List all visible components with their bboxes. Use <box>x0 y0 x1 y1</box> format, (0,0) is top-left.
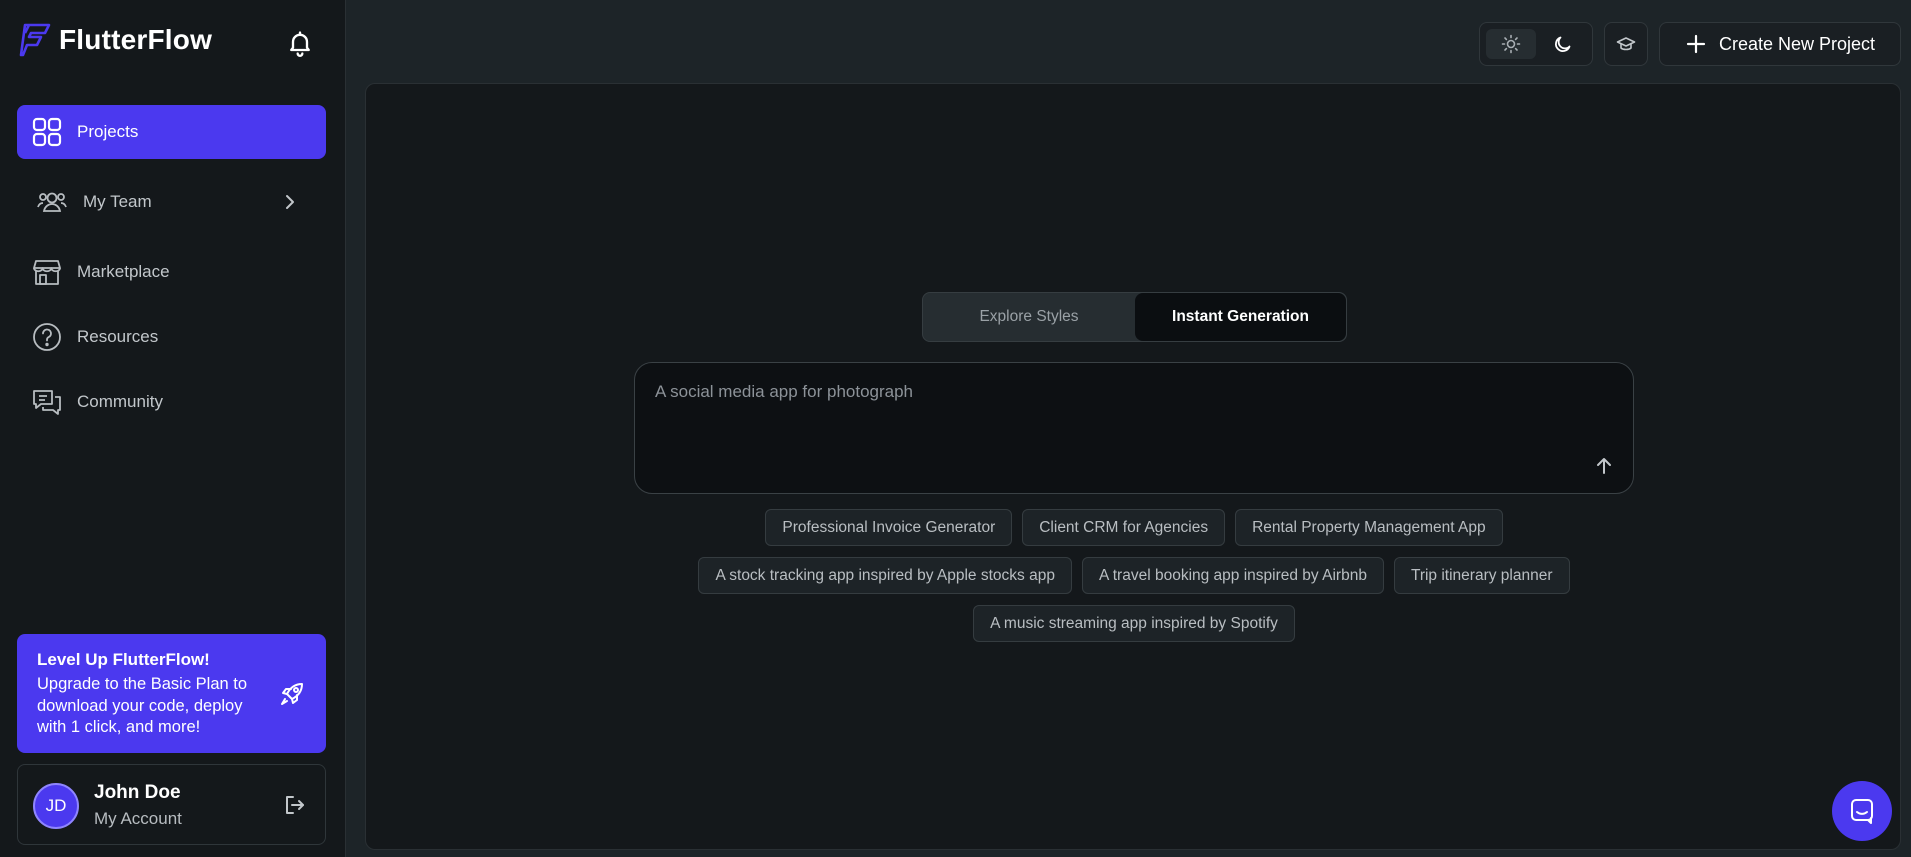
suggestion-chips: Professional Invoice Generator Client CR… <box>366 509 1902 653</box>
app-window: FlutterFlow Projects My Team Marketplace… <box>0 0 1911 857</box>
sun-icon <box>1501 34 1521 54</box>
chat-bubbles-icon <box>33 390 61 415</box>
suggestion-chip[interactable]: Client CRM for Agencies <box>1022 509 1226 546</box>
suggestion-chip[interactable]: Professional Invoice Generator <box>765 509 1013 546</box>
grid-icon <box>32 117 62 147</box>
graduation-cap-icon <box>1616 37 1636 51</box>
suggestion-row: A stock tracking app inspired by Apple s… <box>366 557 1902 594</box>
prompt-box <box>634 362 1634 494</box>
sidebar-item-label: Projects <box>77 122 139 141</box>
create-new-project-button[interactable]: Create New Project <box>1659 22 1901 66</box>
moon-icon <box>1555 36 1571 52</box>
arrow-up-icon[interactable] <box>1593 455 1615 477</box>
main-panel: Explore Styles Instant Generation Profes… <box>365 83 1901 850</box>
light-mode-button[interactable] <box>1486 29 1536 59</box>
account-subtitle: My Account <box>94 809 182 828</box>
team-icon <box>37 192 67 212</box>
learn-button[interactable] <box>1604 22 1648 66</box>
sidebar-item-marketplace[interactable]: Marketplace <box>17 245 326 299</box>
suggestion-row: Professional Invoice Generator Client CR… <box>366 509 1902 546</box>
suggestion-chip[interactable]: A travel booking app inspired by Airbnb <box>1081 557 1384 594</box>
suggestion-chip[interactable]: A stock tracking app inspired by Apple s… <box>698 557 1072 594</box>
sidebar-item-label: My Team <box>83 192 152 211</box>
suggestion-row: A music streaming app inspired by Spotif… <box>366 605 1902 642</box>
create-new-project-label: Create New Project <box>1719 33 1876 54</box>
sidebar: FlutterFlow Projects My Team Marketplace… <box>0 0 346 857</box>
help-circle-icon <box>33 323 61 351</box>
flutterflow-logo-icon <box>19 23 51 57</box>
chevron-right-icon[interactable] <box>280 192 300 212</box>
brand-name: FlutterFlow <box>59 24 213 55</box>
account-card[interactable]: JD John Doe My Account <box>17 764 326 845</box>
sidebar-item-label: Resources <box>77 327 159 346</box>
plus-icon <box>1686 34 1706 54</box>
dark-mode-button[interactable] <box>1538 29 1588 59</box>
tab-explore-styles[interactable]: Explore Styles <box>923 293 1135 341</box>
tab-instant-generation[interactable]: Instant Generation <box>1135 293 1346 341</box>
sidebar-item-projects[interactable]: Projects <box>17 105 326 159</box>
chat-icon <box>1851 799 1873 824</box>
suggestion-chip[interactable]: Trip itinerary planner <box>1393 557 1570 594</box>
store-icon <box>33 260 61 285</box>
logout-icon[interactable] <box>283 793 307 817</box>
sidebar-item-label: Marketplace <box>77 262 170 281</box>
rocket-icon <box>281 683 303 705</box>
generation-mode-tabs: Explore Styles Instant Generation <box>922 292 1347 342</box>
promo-title: Level Up FlutterFlow! <box>37 650 210 669</box>
bell-icon[interactable] <box>286 28 314 58</box>
brand[interactable]: FlutterFlow <box>19 20 212 60</box>
upgrade-promo-card[interactable]: Level Up FlutterFlow! Upgrade to the Bas… <box>17 634 326 753</box>
suggestion-chip[interactable]: A music streaming app inspired by Spotif… <box>973 605 1295 642</box>
sidebar-item-my-team[interactable]: My Team <box>17 175 326 229</box>
avatar[interactable]: JD <box>33 783 79 829</box>
prompt-input[interactable] <box>635 363 1633 493</box>
sidebar-item-label: Community <box>77 392 163 411</box>
account-name: John Doe <box>94 782 181 803</box>
sidebar-item-community[interactable]: Community <box>17 375 326 429</box>
promo-text: Upgrade to the Basic Plan to download yo… <box>37 675 248 736</box>
theme-toggle <box>1479 22 1593 66</box>
suggestion-chip[interactable]: Rental Property Management App <box>1235 509 1503 546</box>
sidebar-item-resources[interactable]: Resources <box>17 310 326 364</box>
support-chat-button[interactable] <box>1832 781 1892 841</box>
